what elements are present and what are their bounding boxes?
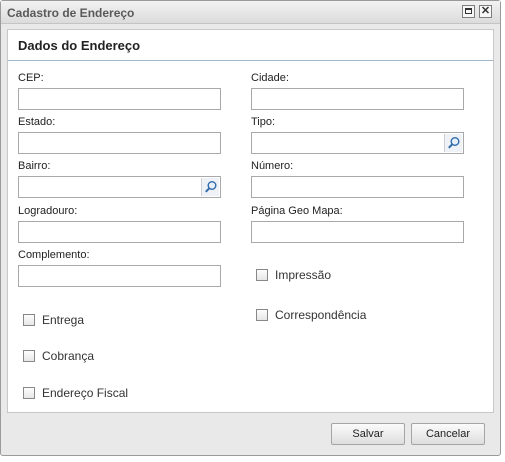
- cep-label: CEP:: [18, 72, 44, 84]
- estado-input[interactable]: [18, 132, 221, 154]
- logradouro-input[interactable]: [18, 221, 221, 243]
- cidade-input[interactable]: [251, 88, 464, 110]
- impressao-checkbox[interactable]: [256, 269, 268, 281]
- estado-label: Estado:: [18, 116, 56, 128]
- cobranca-checkbox[interactable]: [23, 350, 35, 362]
- cobranca-label: Cobrança: [42, 349, 95, 363]
- tipo-label: Tipo:: [251, 116, 276, 128]
- bairro-magnifier-icon[interactable]: [201, 178, 219, 196]
- cep-input[interactable]: [18, 88, 221, 110]
- save-button[interactable]: Salvar: [331, 423, 405, 445]
- logradouro-label: Logradouro:: [18, 205, 78, 217]
- bairro-label: Bairro:: [18, 160, 51, 172]
- numero-label: Número:: [251, 160, 294, 172]
- address-panel: Dados do Endereço CEP: Estado: Bairro: L…: [7, 29, 494, 413]
- correspondencia-checkbox[interactable]: [256, 309, 268, 321]
- panel-title: Dados do Endereço: [18, 38, 141, 53]
- fiscal-checkbox[interactable]: [23, 387, 35, 399]
- close-icon[interactable]: ✕: [479, 5, 492, 18]
- tipo-input[interactable]: [251, 132, 464, 154]
- complemento-label: Complemento:: [18, 249, 90, 261]
- cidade-label: Cidade:: [251, 72, 289, 84]
- complemento-input[interactable]: [18, 265, 221, 287]
- panel-header: Dados do Endereço: [8, 30, 493, 61]
- title-bar[interactable]: Cadastro de Endereço ✕: [1, 1, 500, 24]
- geomapa-label: Página Geo Mapa:: [251, 205, 343, 217]
- bairro-input[interactable]: [18, 176, 221, 198]
- geomapa-input[interactable]: [251, 221, 464, 243]
- maximize-icon[interactable]: [462, 5, 475, 18]
- entrega-label: Entrega: [42, 313, 85, 327]
- correspondencia-label: Correspondência: [275, 308, 367, 322]
- window-title: Cadastro de Endereço: [7, 6, 135, 20]
- address-dialog: Cadastro de Endereço ✕ Dados do Endereço…: [0, 0, 501, 456]
- numero-input[interactable]: [251, 176, 464, 198]
- tipo-magnifier-icon[interactable]: [444, 134, 462, 152]
- fiscal-label: Endereço Fiscal: [42, 386, 129, 400]
- impressao-label: Impressão: [275, 268, 332, 282]
- entrega-checkbox[interactable]: [23, 314, 35, 326]
- cancel-button[interactable]: Cancelar: [411, 423, 485, 445]
